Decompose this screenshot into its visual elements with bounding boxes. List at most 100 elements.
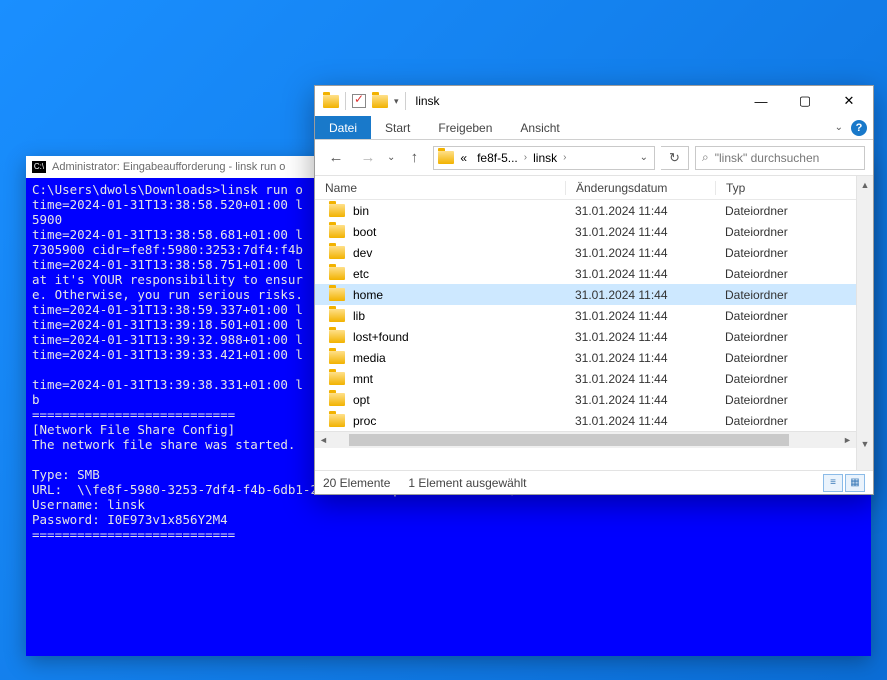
file-row[interactable]: proc31.01.2024 11:44Dateiordner (315, 410, 856, 431)
file-date: 31.01.2024 11:44 (565, 351, 715, 365)
file-date: 31.01.2024 11:44 (565, 330, 715, 344)
hscroll-thumb[interactable] (349, 434, 789, 446)
scroll-left-icon[interactable]: ◄ (315, 435, 332, 445)
file-name: home (353, 288, 383, 302)
horizontal-scrollbar[interactable]: ◄ ► (315, 431, 856, 448)
file-row[interactable]: dev31.01.2024 11:44Dateiordner (315, 242, 856, 263)
file-type: Dateiordner (715, 204, 856, 218)
file-type: Dateiordner (715, 246, 856, 260)
search-icon: ⌕ (702, 150, 709, 165)
minimize-button[interactable]: — (739, 87, 783, 115)
breadcrumb-seg2[interactable]: linsk (529, 151, 561, 165)
breadcrumb-separator: › (524, 152, 527, 163)
folder-icon (323, 95, 339, 108)
folder-icon (329, 288, 345, 301)
status-bar: 20 Elemente 1 Element ausgewählt ≡ ▦ (315, 470, 873, 494)
file-date: 31.01.2024 11:44 (565, 204, 715, 218)
explorer-titlebar[interactable]: ▾ linsk — ▢ ✕ (315, 86, 873, 116)
qat-separator (405, 92, 406, 110)
file-name: media (353, 351, 386, 365)
file-name: boot (353, 225, 376, 239)
view-icons-button[interactable]: ▦ (845, 474, 865, 492)
col-type[interactable]: Typ (715, 181, 856, 195)
file-name: lost+found (353, 330, 409, 344)
file-row[interactable]: media 31.01.2024 11:44Dateiordner (315, 347, 856, 368)
file-type: Dateiordner (715, 225, 856, 239)
help-button[interactable]: ? (851, 120, 867, 136)
folder-icon (329, 372, 345, 385)
column-headers[interactable]: Name Änderungsdatum Typ (315, 176, 856, 200)
file-name: etc (353, 267, 369, 281)
file-date: 31.01.2024 11:44 (565, 309, 715, 323)
file-row[interactable]: boot31.01.2024 11:44Dateiordner (315, 221, 856, 242)
vertical-scrollbar[interactable]: ▲ ▼ (856, 176, 873, 470)
file-name: opt (353, 393, 370, 407)
properties-icon[interactable] (352, 94, 366, 108)
file-list-area: Name Änderungsdatum Typ bin 31.01.2024 11… (315, 176, 873, 470)
back-button[interactable]: ← (323, 145, 349, 171)
tab-view[interactable]: Ansicht (506, 116, 573, 139)
ribbon-tabs: Datei Start Freigeben Ansicht ⌄ ? (315, 116, 873, 140)
file-row[interactable]: bin 31.01.2024 11:44Dateiordner (315, 200, 856, 221)
col-date[interactable]: Änderungsdatum (565, 181, 715, 195)
file-row[interactable]: mnt31.01.2024 11:44Dateiordner (315, 368, 856, 389)
breadcrumb-seg1[interactable]: fe8f-5... (473, 151, 522, 165)
file-list[interactable]: Name Änderungsdatum Typ bin 31.01.2024 11… (315, 176, 856, 470)
new-folder-icon[interactable] (372, 95, 388, 108)
maximize-button[interactable]: ▢ (783, 87, 827, 115)
breadcrumb-prefix: « (456, 151, 471, 165)
folder-icon (329, 330, 345, 343)
address-bar[interactable]: « fe8f-5... › linsk › ⌄ (433, 146, 655, 170)
refresh-button[interactable]: ↻ (661, 146, 689, 170)
qat-customize-icon[interactable]: ▾ (394, 96, 399, 107)
window-controls: — ▢ ✕ (739, 87, 871, 115)
quick-access-toolbar: ▾ (323, 92, 406, 110)
scroll-up-icon[interactable]: ▲ (857, 176, 873, 193)
scroll-right-icon[interactable]: ► (839, 435, 856, 445)
folder-icon (329, 414, 345, 427)
cmd-title: Administrator: Eingabeaufforderung - lin… (52, 161, 285, 173)
search-box[interactable]: ⌕ "linsk" durchsuchen (695, 146, 865, 170)
file-name: bin (353, 204, 369, 218)
folder-icon (329, 351, 345, 364)
col-name[interactable]: Name (315, 181, 565, 195)
file-date: 31.01.2024 11:44 (565, 267, 715, 281)
file-type: Dateiordner (715, 351, 856, 365)
file-type: Dateiordner (715, 414, 856, 428)
close-button[interactable]: ✕ (827, 87, 871, 115)
file-row[interactable]: lib31.01.2024 11:44Dateiordner (315, 305, 856, 326)
tab-file[interactable]: Datei (315, 116, 371, 139)
address-folder-icon (438, 151, 454, 164)
status-count: 20 Elemente (323, 476, 390, 490)
qat-separator (345, 92, 346, 110)
file-row[interactable]: lost+found31.01.2024 11:44Dateiordner (315, 326, 856, 347)
search-placeholder: "linsk" durchsuchen (715, 151, 820, 165)
file-type: Dateiordner (715, 393, 856, 407)
forward-button[interactable]: → (355, 145, 381, 171)
explorer-window[interactable]: ▾ linsk — ▢ ✕ Datei Start Freigeben Ansi… (314, 85, 874, 495)
address-dropdown-icon[interactable]: ⌄ (634, 152, 654, 163)
folder-icon (329, 393, 345, 406)
folder-icon (329, 204, 345, 217)
file-type: Dateiordner (715, 288, 856, 302)
file-row[interactable]: opt31.01.2024 11:44Dateiordner (315, 389, 856, 410)
recent-locations-icon[interactable]: ⌄ (387, 152, 395, 163)
ribbon-expand-icon[interactable]: ⌄ (835, 122, 843, 133)
file-date: 31.01.2024 11:44 (565, 372, 715, 386)
file-row[interactable]: home 31.01.2024 11:44Dateiordner (315, 284, 856, 305)
scroll-down-icon[interactable]: ▼ (857, 435, 873, 452)
window-title: linsk (416, 94, 440, 108)
file-date: 31.01.2024 11:44 (565, 246, 715, 260)
breadcrumb-separator: › (563, 152, 566, 163)
navigation-bar: ← → ⌄ ↑ « fe8f-5... › linsk › ⌄ ↻ ⌕ "lin… (315, 140, 873, 176)
file-name: mnt (353, 372, 373, 386)
tab-start[interactable]: Start (371, 116, 424, 139)
file-name: proc (353, 414, 376, 428)
up-button[interactable]: ↑ (401, 145, 427, 171)
view-details-button[interactable]: ≡ (823, 474, 843, 492)
folder-icon (329, 225, 345, 238)
file-date: 31.01.2024 11:44 (565, 288, 715, 302)
file-type: Dateiordner (715, 309, 856, 323)
tab-share[interactable]: Freigeben (424, 116, 506, 139)
file-row[interactable]: etc31.01.2024 11:44Dateiordner (315, 263, 856, 284)
